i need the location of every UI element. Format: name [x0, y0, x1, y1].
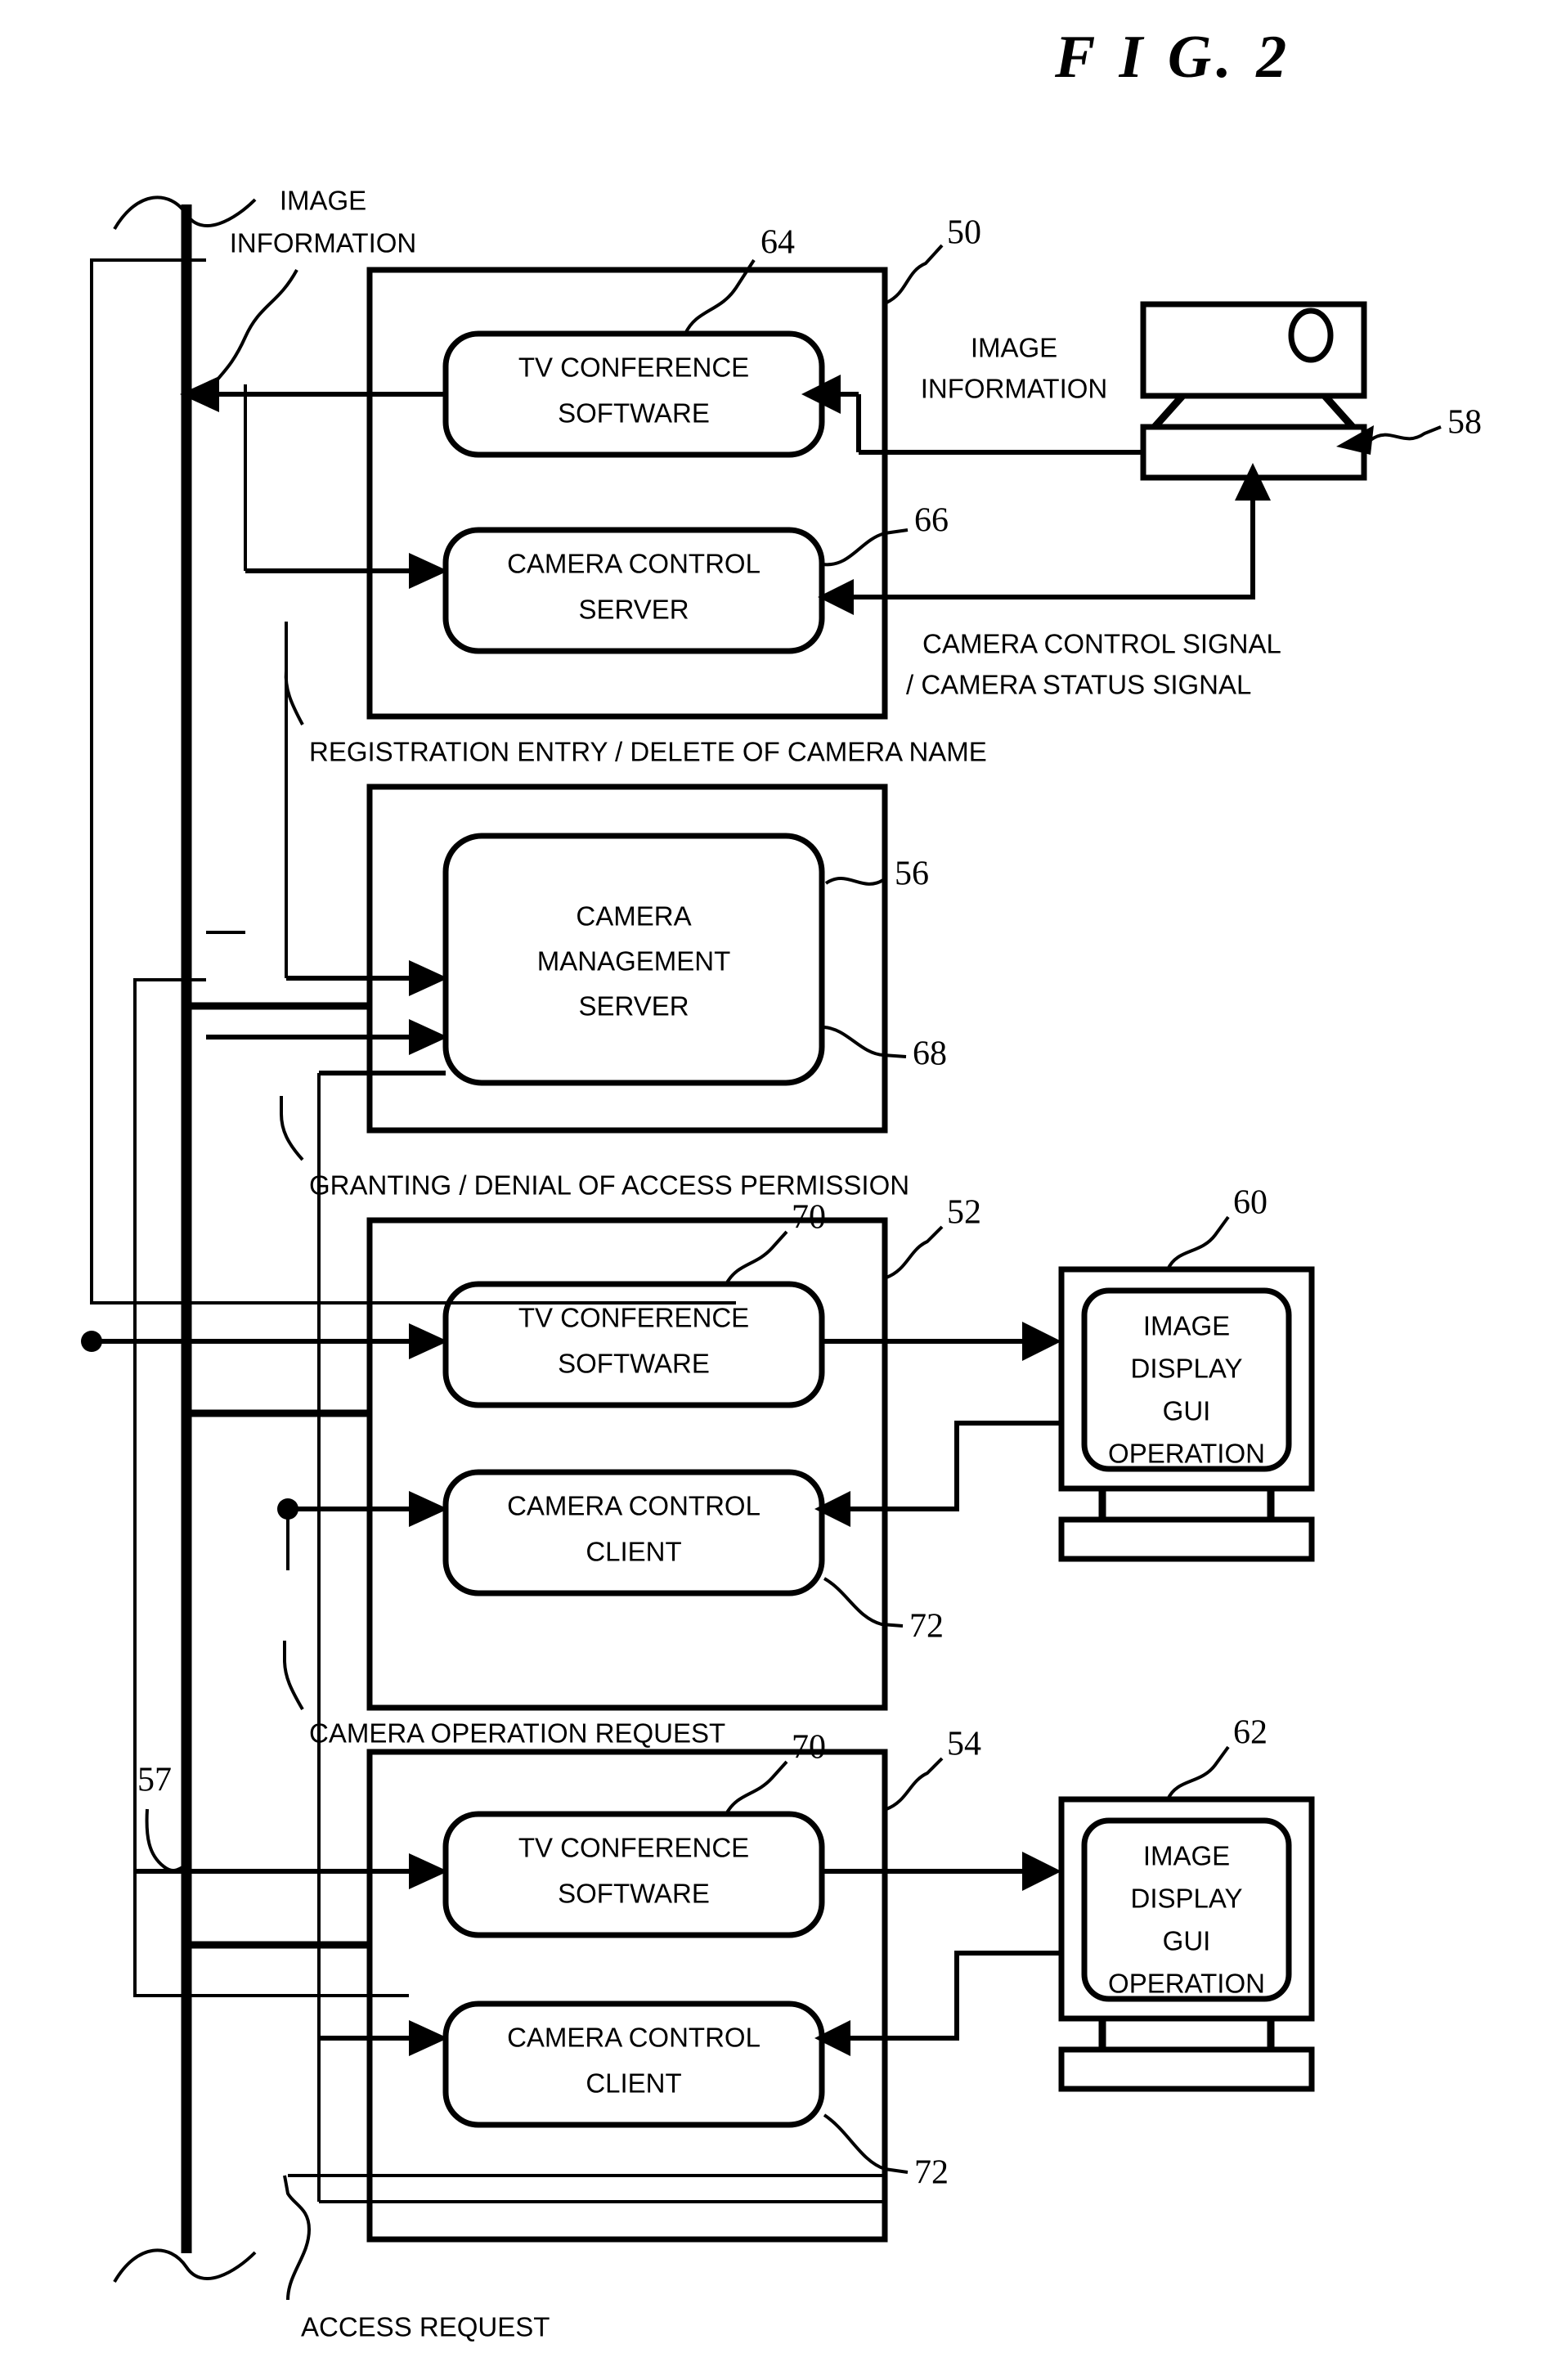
block-management-host[interactable]: CAMERA MANAGEMENT SERVER 56 68	[366, 784, 947, 1134]
ref-leader-56: 56	[824, 855, 929, 893]
module-tv-conference-software-70-b[interactable]: TV CONFERENCE SOFTWARE	[442, 1811, 825, 1938]
module-camera-management-server[interactable]: CAMERA MANAGEMENT SERVER	[442, 833, 825, 1086]
block-client-host-2[interactable]: TV CONFERENCE SOFTWARE CAMERA CONTROL CL…	[366, 1726, 981, 2243]
ref-number-50: 50	[947, 214, 981, 252]
arrow-camera-image-information: IMAGE INFORMATION	[801, 333, 1143, 455]
module-label-line2: CLIENT	[586, 2068, 681, 2099]
arrows-to-management-server	[206, 960, 448, 1075]
monitor-label-line2: DISPLAY	[1131, 1884, 1243, 1914]
ref-number-72: 72	[914, 2154, 949, 2192]
arrow-to-camera-control-server	[245, 553, 448, 589]
module-camera-control-client-72-b[interactable]: CAMERA CONTROL CLIENT	[442, 2001, 825, 2128]
label-granting-denial: GRANTING / DENIAL OF ACCESS PERMISSION	[280, 1096, 909, 1201]
module-camera-control-client-72-a[interactable]: CAMERA CONTROL CLIENT	[442, 1469, 825, 1596]
module-label-line2: CLIENT	[586, 1537, 681, 1567]
ref-number-52: 52	[947, 1194, 981, 1232]
monitor-label-line2: DISPLAY	[1131, 1354, 1243, 1384]
label-camera-image-info-line1: IMAGE	[971, 333, 1057, 363]
module-label-line2: SOFTWARE	[558, 1349, 710, 1379]
ref-number-70: 70	[792, 1729, 826, 1767]
module-label-line2: SOFTWARE	[558, 1879, 710, 1909]
ref-number-54: 54	[947, 1726, 981, 1763]
vertical-connector-columns	[90, 260, 321, 2202]
label-line1: IMAGE	[280, 186, 366, 216]
monitor-label-line4: OPERATION	[1108, 1439, 1265, 1469]
label-camera-signal-line2: / CAMERA STATUS SIGNAL	[906, 670, 1251, 700]
monitor-label-line3: GUI	[1163, 1926, 1211, 1956]
ref-leader-62: 62	[1166, 1714, 1268, 1800]
arrow-tv-conference-software-out	[180, 376, 446, 412]
label-line2: INFORMATION	[230, 228, 417, 258]
ref-leader-50: 50	[886, 214, 981, 304]
device-monitor-1[interactable]: IMAGE DISPLAY GUI OPERATION 60	[1058, 1184, 1315, 1562]
device-monitor-2[interactable]: IMAGE DISPLAY GUI OPERATION 62	[1058, 1714, 1315, 2092]
monitor-label-line1: IMAGE	[1143, 1311, 1230, 1341]
ref-leader-70-a: 70	[725, 1199, 826, 1285]
module-label-line1: TV CONFERENCE	[518, 1833, 749, 1863]
monitor-label-line4: OPERATION	[1108, 1969, 1265, 1999]
module-tv-conference-software-64[interactable]: TV CONFERENCE SOFTWARE	[442, 330, 825, 458]
label-camera-signal-line1: CAMERA CONTROL SIGNAL	[922, 629, 1281, 659]
module-label-line1: CAMERA	[576, 901, 691, 932]
monitor-label-line3: GUI	[1163, 1396, 1211, 1426]
ref-leader-64: 64	[684, 224, 795, 335]
ref-number-72: 72	[909, 1608, 944, 1646]
label-registration-entry: REGISTRATION ENTRY / DELETE OF CAMERA NA…	[284, 654, 987, 767]
ref-leader-60: 60	[1166, 1184, 1268, 1270]
module-camera-control-server-66[interactable]: CAMERA CONTROL SERVER	[442, 527, 825, 654]
ref-number-56: 56	[895, 855, 929, 893]
monitor-label-line1: IMAGE	[1143, 1841, 1230, 1871]
ref-number-66: 66	[914, 502, 949, 540]
block-client-host-1[interactable]: TV CONFERENCE SOFTWARE CAMERA CONTROL CL…	[366, 1194, 981, 1711]
ref-leader-52: 52	[886, 1194, 981, 1279]
label-text: GRANTING / DENIAL OF ACCESS PERMISSION	[309, 1170, 909, 1201]
module-label-line1: CAMERA CONTROL	[507, 1491, 761, 1521]
module-label-line1: TV CONFERENCE	[518, 1303, 749, 1333]
module-label-line2: SOFTWARE	[558, 398, 710, 429]
ref-number-64: 64	[761, 224, 795, 262]
ref-number-62: 62	[1233, 1714, 1268, 1752]
ref-number-70: 70	[792, 1199, 826, 1237]
label-camera-operation-request: CAMERA OPERATION REQUEST	[283, 1641, 725, 1749]
label-text: CAMERA OPERATION REQUEST	[309, 1718, 725, 1749]
label-text: ACCESS REQUEST	[301, 2312, 550, 2342]
module-label-line1: CAMERA CONTROL	[507, 549, 761, 579]
ref-leader-54: 54	[886, 1726, 981, 1811]
module-label-line1: CAMERA CONTROL	[507, 2023, 761, 2053]
patent-diagram: TV CONFERENCE SOFTWARE CAMERA CONTROL SE…	[81, 186, 1482, 2342]
ref-leader-70-b: 70	[725, 1729, 826, 1815]
ref-number-60: 60	[1233, 1184, 1268, 1222]
ref-number-57: 57	[137, 1762, 172, 1799]
figure-page: F I G. 2 TV CONFERENCE SOFTWARE CAMERA C…	[0, 0, 1548, 2380]
label-camera-image-info-line2: INFORMATION	[921, 374, 1108, 404]
module-label-line2: MANAGEMENT	[537, 946, 731, 977]
block-server-host[interactable]: TV CONFERENCE SOFTWARE CAMERA CONTROL SE…	[366, 214, 981, 720]
ref-number-68: 68	[913, 1035, 947, 1073]
label-image-information-top: IMAGE INFORMATION	[204, 186, 417, 396]
ref-number-58: 58	[1447, 404, 1482, 442]
module-label-line2: SERVER	[578, 595, 689, 625]
device-camera[interactable]: 58	[1140, 301, 1482, 481]
module-label-line3: SERVER	[578, 991, 689, 1022]
label-text: REGISTRATION ENTRY / DELETE OF CAMERA NA…	[309, 737, 987, 767]
module-label-line1: TV CONFERENCE	[518, 353, 749, 383]
ref-leader-57: 57	[137, 1762, 188, 1872]
